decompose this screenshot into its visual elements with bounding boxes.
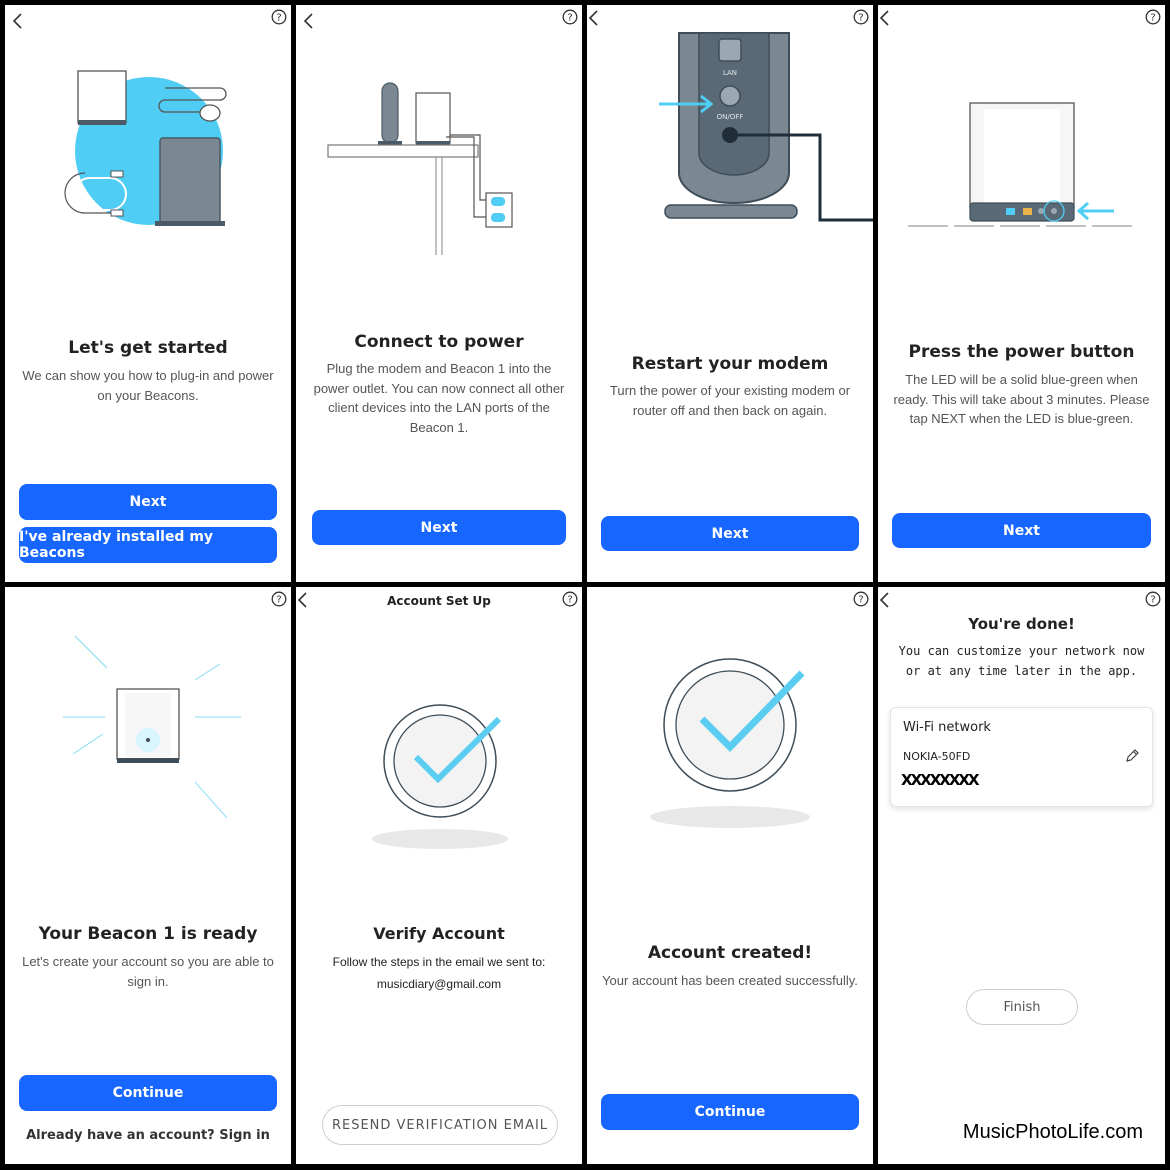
next-button[interactable]: Next [601, 516, 859, 551]
finish-button[interactable]: Finish [966, 989, 1078, 1025]
onoff-label: ON/OFF [717, 113, 744, 121]
svg-text:?: ? [858, 595, 863, 606]
modem-onoff-illustration: LAN ON/OFF [659, 32, 873, 222]
resend-verification-button[interactable]: RESEND VERIFICATION EMAIL [322, 1105, 558, 1145]
screen-beacon-ready: ? Your Beacon 1 is ready Let's create yo… [5, 587, 291, 1164]
back-chevron-icon[interactable] [878, 8, 894, 28]
network-name: NOKIA-50FD [903, 750, 971, 763]
page-description: Plug the modem and Beacon 1 into the pow… [313, 361, 565, 435]
page-title: Verify Account [373, 924, 505, 943]
page-description-line2: or at any time later in the app. [905, 664, 1138, 678]
wifi-network-card: Wi-Fi network NOKIA-50FD XXXXXXXX [890, 707, 1153, 807]
continue-button[interactable]: Continue [19, 1075, 277, 1111]
verify-check-illustration [372, 704, 508, 849]
email-address: musicdiary@gmail.com [376, 977, 502, 991]
help-question-icon[interactable]: ? [1145, 591, 1161, 607]
screen-press-power-button: ? Press the power button The LED will be… [878, 5, 1165, 582]
screen-lets-get-started: ? Let's get started We can show you how … [5, 5, 291, 582]
page-description: Turn the power of your existing modem or… [609, 383, 851, 418]
next-button[interactable]: Next [312, 510, 566, 545]
page-title: Account created! [647, 943, 813, 963]
svg-text:?: ? [567, 13, 572, 24]
header-title: Account Set Up [387, 594, 491, 608]
next-button[interactable]: Next [19, 484, 277, 520]
desk-power-illustration [327, 82, 513, 255]
lan-port-label: LAN [723, 69, 737, 77]
page-title: Connect to power [354, 332, 524, 352]
svg-text:?: ? [1150, 595, 1155, 606]
help-question-icon[interactable]: ? [562, 591, 578, 607]
help-question-icon[interactable]: ? [1145, 9, 1161, 25]
screen-account-created: ? Account created! Your account has been… [587, 587, 873, 1164]
beacon-kit-illustration [64, 70, 227, 226]
page-description: The LED will be a solid blue-green when … [893, 372, 1150, 426]
account-created-check-illustration [650, 658, 810, 828]
svg-text:?: ? [276, 595, 281, 606]
page-title: Press the power button [908, 342, 1135, 362]
screen-restart-modem: ? LAN ON/OFF Restart your modem Turn the… [587, 5, 873, 582]
back-chevron-icon[interactable] [11, 11, 27, 31]
back-chevron-icon[interactable] [302, 11, 318, 31]
page-description: Your account has been created successful… [602, 973, 858, 988]
page-description: We can show you how to plug-in and power… [22, 368, 274, 403]
beacon-power-illustration [908, 102, 1138, 227]
card-title: Wi-Fi network [903, 720, 991, 735]
page-description: Let's create your account so you are abl… [22, 954, 274, 989]
back-chevron-icon[interactable] [878, 590, 894, 610]
screen-verify-account: Account Set Up ? Verify Account Follow t… [296, 587, 582, 1164]
page-title: Your Beacon 1 is ready [38, 924, 258, 944]
screen-youre-done: ? You're done! You can customize your ne… [878, 587, 1165, 1164]
screen-connect-to-power: ? Connect to power Plug the modem and Be… [296, 5, 582, 582]
network-password-masked: XXXXXXXX [901, 771, 980, 789]
svg-text:?: ? [1150, 13, 1155, 24]
continue-button[interactable]: Continue [601, 1094, 859, 1130]
next-button[interactable]: Next [892, 513, 1151, 548]
watermark-text: MusicPhotoLife.com [962, 1121, 1143, 1143]
page-title: Restart your modem [631, 354, 829, 374]
page-title: Let's get started [68, 338, 228, 358]
page-title: You're done! [968, 615, 1075, 633]
help-question-icon[interactable]: ? [271, 9, 287, 25]
beacon-ready-illustration [63, 635, 241, 819]
already-installed-button[interactable]: I've already installed my Beacons [19, 527, 277, 563]
edit-pencil-icon[interactable] [1124, 748, 1140, 764]
svg-text:?: ? [567, 595, 572, 606]
help-question-icon[interactable]: ? [853, 591, 869, 607]
svg-text:?: ? [276, 13, 281, 24]
sign-in-link[interactable]: Already have an account? Sign in [5, 1128, 291, 1143]
help-question-icon[interactable]: ? [562, 9, 578, 25]
help-question-icon[interactable]: ? [271, 591, 287, 607]
page-description: Follow the steps in the email we sent to… [332, 955, 546, 969]
page-description-line1: You can customize your network now [898, 644, 1145, 658]
